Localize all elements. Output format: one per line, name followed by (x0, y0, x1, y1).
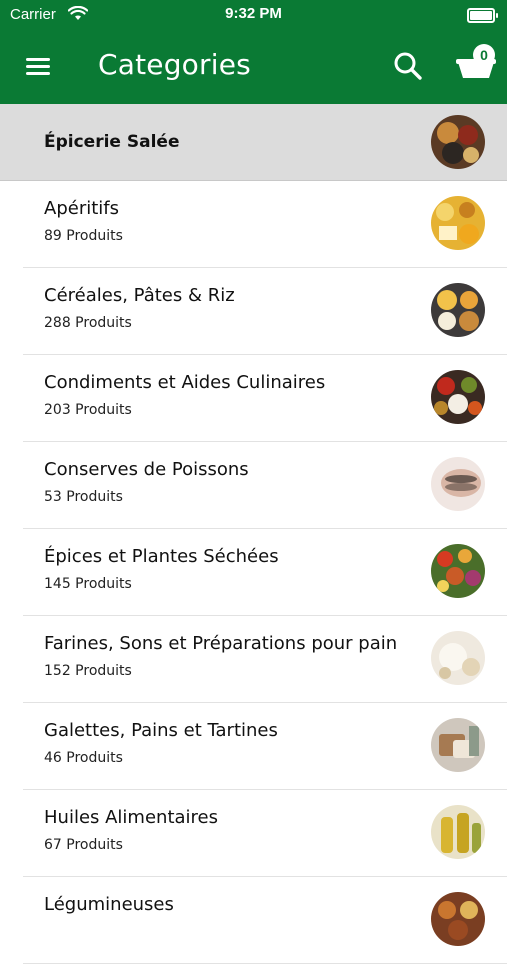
product-count: 203 Produits (44, 402, 132, 418)
search-icon[interactable] (392, 50, 424, 82)
hamburger-menu-icon[interactable] (24, 52, 54, 82)
status-bar: Carrier 9:32 PM (0, 0, 507, 30)
navigation-bar: Categories 0 (0, 30, 507, 104)
section-title: Épicerie Salée (44, 132, 180, 152)
snacks-image (431, 196, 485, 250)
cereal-bowls-image (431, 283, 485, 337)
clock: 9:32 PM (225, 5, 282, 22)
cart-count-badge: 0 (473, 44, 495, 66)
list-item[interactable]: Légumineuses (23, 877, 507, 964)
bread-image (431, 718, 485, 772)
cart-button[interactable]: 0 (454, 42, 498, 82)
product-count: 89 Produits (44, 228, 123, 244)
list-item[interactable]: Céréales, Pâtes & Riz 288 Produits (23, 268, 507, 355)
category-name: Épices et Plantes Séchées (44, 546, 279, 567)
product-count: 152 Produits (44, 663, 132, 679)
category-name: Galettes, Pains et Tartines (44, 720, 278, 741)
page-title: Categories (98, 48, 251, 81)
category-list: Apéritifs 89 Produits Céréales, Pâtes & … (0, 181, 507, 964)
product-count: 145 Produits (44, 576, 132, 592)
list-item[interactable]: Galettes, Pains et Tartines 46 Produits (23, 703, 507, 790)
condiments-image (431, 370, 485, 424)
category-name: Farines, Sons et Préparations pour pain (44, 633, 398, 654)
category-name: Huiles Alimentaires (44, 807, 218, 828)
list-item[interactable]: Farines, Sons et Préparations pour pain … (23, 616, 507, 703)
category-name: Céréales, Pâtes & Riz (44, 285, 235, 306)
category-name: Condiments et Aides Culinaires (44, 372, 326, 393)
app-header: Carrier 9:32 PM Categories 0 (0, 0, 507, 104)
flour-image (431, 631, 485, 685)
product-count: 67 Produits (44, 837, 123, 853)
list-item[interactable]: Épices et Plantes Séchées 145 Produits (23, 529, 507, 616)
spices-bowls-image (431, 115, 485, 169)
battery-icon (467, 8, 498, 23)
category-name: Conserves de Poissons (44, 459, 249, 480)
category-name: Légumineuses (44, 894, 174, 915)
product-count: 288 Produits (44, 315, 132, 331)
legumes-image (431, 892, 485, 946)
list-item[interactable]: Condiments et Aides Culinaires 203 Produ… (23, 355, 507, 442)
list-item[interactable]: Conserves de Poissons 53 Produits (23, 442, 507, 529)
category-name: Apéritifs (44, 198, 119, 219)
product-count: 53 Produits (44, 489, 123, 505)
list-item[interactable]: Apéritifs 89 Produits (23, 181, 507, 268)
oil-bottles-image (431, 805, 485, 859)
spices-image (431, 544, 485, 598)
list-item[interactable]: Huiles Alimentaires 67 Produits (23, 790, 507, 877)
category-section-header[interactable]: Épicerie Salée (0, 104, 507, 181)
canned-fish-image (431, 457, 485, 511)
product-count: 46 Produits (44, 750, 123, 766)
